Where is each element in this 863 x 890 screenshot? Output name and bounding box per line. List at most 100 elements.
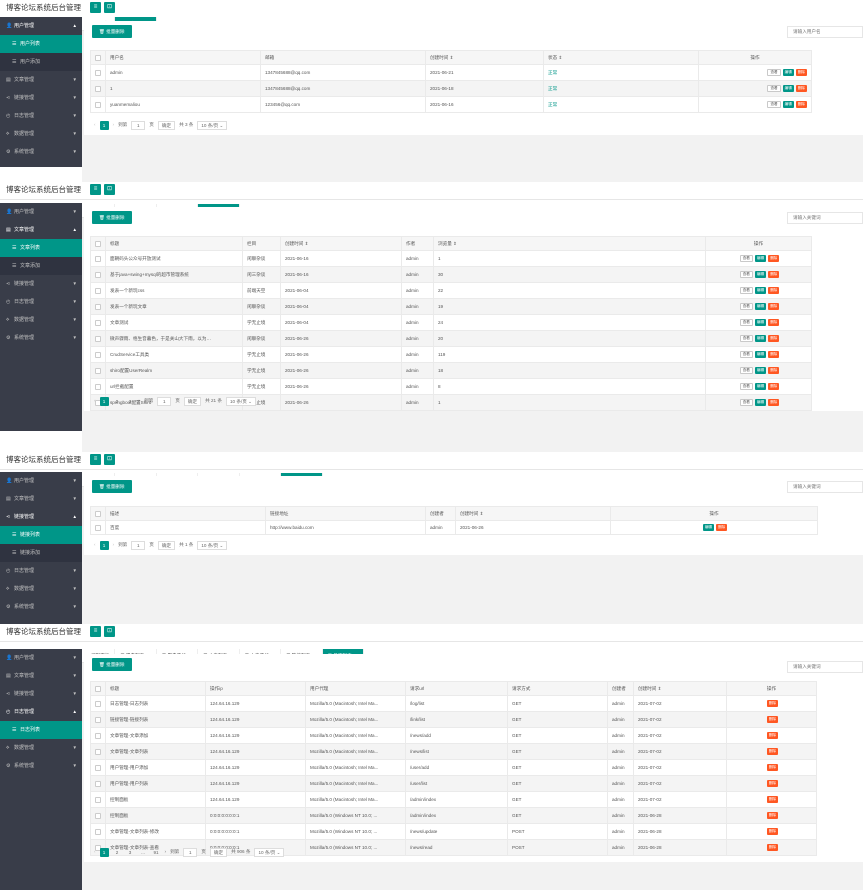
sidebar-item[interactable]: ☰ 用户列表 xyxy=(0,35,82,53)
page-number[interactable]: 2 xyxy=(113,848,122,857)
edit-button[interactable]: 编辑 xyxy=(754,271,767,278)
row-checkbox[interactable] xyxy=(95,303,101,310)
prev-page-icon[interactable]: ‹ xyxy=(94,539,96,551)
goto-page-input[interactable]: 1 xyxy=(157,396,172,406)
bulk-delete-button[interactable]: 🗑 批量删除 xyxy=(92,25,132,38)
view-button[interactable]: 查看 xyxy=(739,351,753,358)
menu-toggle-icon[interactable]: ≡ xyxy=(90,626,101,637)
next-page-icon[interactable]: › xyxy=(139,395,141,407)
sidebar-item[interactable]: 👤 用户管理 ▼ xyxy=(0,472,82,490)
row-checkbox[interactable] xyxy=(95,524,101,531)
search-input[interactable]: 请输入关键词 xyxy=(787,661,863,673)
view-button[interactable]: 查看 xyxy=(739,271,753,278)
row-checkbox[interactable] xyxy=(95,319,101,326)
row-checkbox[interactable] xyxy=(95,812,101,819)
select-all-checkbox[interactable] xyxy=(95,685,101,692)
row-checkbox[interactable] xyxy=(95,796,101,803)
sidebar-item[interactable]: ⚙ 系统管理 ▼ xyxy=(0,143,82,161)
select-all-cell[interactable] xyxy=(90,506,106,521)
page-size-select[interactable]: 10 条/页 ⌄ xyxy=(225,396,256,406)
view-button[interactable]: 查看 xyxy=(767,69,781,76)
sidebar-item[interactable]: ⋖ 链接管理 ▼ xyxy=(0,685,82,703)
view-button[interactable]: 查看 xyxy=(767,85,781,92)
goto-page-input[interactable]: 1 xyxy=(131,120,146,130)
column-header[interactable]: 创建时间 ⇕ xyxy=(280,236,402,251)
sidebar-item[interactable]: ☰ 用户添加 xyxy=(0,53,82,71)
delete-button[interactable]: 删除 xyxy=(766,828,779,835)
select-all-cell[interactable] xyxy=(90,236,106,251)
refresh-icon[interactable]: ⊡ xyxy=(104,626,115,637)
delete-button[interactable]: 删除 xyxy=(766,780,779,787)
page-number[interactable]: 3 xyxy=(126,397,135,406)
row-checkbox[interactable] xyxy=(95,255,101,262)
edit-button[interactable]: 编辑 xyxy=(754,367,767,374)
row-checkbox[interactable] xyxy=(95,748,101,755)
delete-button[interactable]: 删除 xyxy=(795,101,807,108)
edit-button[interactable]: 编辑 xyxy=(754,255,767,262)
refresh-icon[interactable]: ⊡ xyxy=(104,454,115,465)
sidebar-item[interactable]: ◴ 日志管理 ▼ xyxy=(0,293,82,311)
view-button[interactable]: 查看 xyxy=(739,399,753,406)
edit-button[interactable]: 编辑 xyxy=(782,85,794,92)
row-checkbox[interactable] xyxy=(95,764,101,771)
delete-button[interactable]: 删除 xyxy=(766,812,779,819)
row-checkbox[interactable] xyxy=(95,716,101,723)
delete-button[interactable]: 删除 xyxy=(768,319,780,326)
page-number[interactable]: 3 xyxy=(126,848,135,857)
edit-button[interactable]: 编辑 xyxy=(754,303,767,310)
delete-button[interactable]: 删除 xyxy=(766,716,779,723)
delete-button[interactable]: 删除 xyxy=(766,748,779,755)
delete-button[interactable]: 删除 xyxy=(768,383,780,390)
menu-toggle-icon[interactable]: ≡ xyxy=(90,184,101,195)
sidebar-item[interactable]: ⚙ 系统管理 ▼ xyxy=(0,598,82,616)
refresh-icon[interactable]: ⊡ xyxy=(104,184,115,195)
select-all-checkbox[interactable] xyxy=(95,54,101,61)
delete-button[interactable]: 删除 xyxy=(766,700,779,707)
edit-button[interactable]: 编辑 xyxy=(754,351,767,358)
delete-button[interactable]: 删除 xyxy=(768,255,780,262)
sidebar-item[interactable]: ⋖ 链接管理 ▼ xyxy=(0,89,82,107)
edit-button[interactable]: 编辑 xyxy=(754,287,767,294)
sidebar-item[interactable]: ☰ 日志列表 xyxy=(0,721,82,739)
sidebar-item[interactable]: ⟡ 数据管理 ▼ xyxy=(0,311,82,329)
edit-button[interactable]: 编辑 xyxy=(754,383,767,390)
sidebar-item[interactable]: 👤 用户管理 ▼ xyxy=(0,649,82,667)
search-input[interactable]: 请输入关键词 xyxy=(787,481,863,493)
edit-button[interactable]: 编辑 xyxy=(754,335,767,342)
select-all-cell[interactable] xyxy=(90,50,106,65)
row-checkbox[interactable] xyxy=(95,335,101,342)
page-number[interactable]: 1 xyxy=(99,847,109,857)
page-number[interactable]: 2 xyxy=(113,397,122,406)
view-button[interactable]: 查看 xyxy=(739,255,753,262)
refresh-icon[interactable]: ⊡ xyxy=(104,2,115,13)
view-button[interactable]: 查看 xyxy=(739,383,753,390)
delete-button[interactable]: 删除 xyxy=(768,271,780,278)
row-checkbox[interactable] xyxy=(95,780,101,787)
delete-button[interactable]: 删除 xyxy=(768,399,780,406)
view-button[interactable]: 查看 xyxy=(739,319,753,326)
page-size-select[interactable]: 10 条/页 ⌄ xyxy=(197,120,228,130)
goto-confirm-button[interactable]: 确定 xyxy=(157,120,176,130)
sidebar-item[interactable]: ☰ 链接列表 xyxy=(0,526,82,544)
row-checkbox[interactable] xyxy=(95,732,101,739)
page-number[interactable]: 91 xyxy=(152,848,161,857)
edit-button[interactable]: 编辑 xyxy=(782,69,794,76)
column-header[interactable]: 浏览量 ⇕ xyxy=(433,236,706,251)
page-number[interactable]: 1 xyxy=(99,540,109,550)
sidebar-item[interactable]: ⚙ 系统管理 ▼ xyxy=(0,329,82,347)
next-page-icon[interactable]: › xyxy=(113,119,115,131)
next-page-icon[interactable]: › xyxy=(165,846,167,858)
row-checkbox[interactable] xyxy=(95,367,101,374)
delete-button[interactable]: 删除 xyxy=(795,69,807,76)
select-all-checkbox[interactable] xyxy=(95,510,101,517)
goto-page-input[interactable]: 1 xyxy=(131,540,146,550)
sidebar-item[interactable]: ▤ 文章管理 ▲ xyxy=(0,221,82,239)
sidebar-item[interactable]: ☰ 链接添加 xyxy=(0,544,82,562)
edit-button[interactable]: 编辑 xyxy=(754,399,767,406)
view-button[interactable]: 查看 xyxy=(739,287,753,294)
row-checkbox[interactable] xyxy=(95,101,101,108)
sidebar-item[interactable]: ◴ 日志管理 ▲ xyxy=(0,703,82,721)
delete-button[interactable]: 删除 xyxy=(768,287,780,294)
search-input[interactable]: 请输入用户名 xyxy=(787,26,863,38)
view-button[interactable]: 查看 xyxy=(739,367,753,374)
